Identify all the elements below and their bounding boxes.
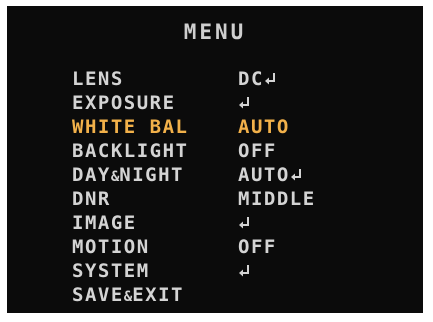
menu-item-lens[interactable]: LENS DC <box>72 68 372 90</box>
menu-item-label: LENS <box>72 68 124 90</box>
menu-item-label: EXPOSURE <box>72 92 176 114</box>
menu-item-value: DC <box>238 68 277 90</box>
menu-item-value <box>238 92 251 114</box>
menu-item-value <box>238 212 251 234</box>
menu-item-value <box>238 260 251 282</box>
menu-item-dnr[interactable]: DNR MIDDLE <box>72 188 372 210</box>
menu-item-white-bal[interactable]: WHITE BAL AUTO <box>72 116 372 138</box>
menu-item-exposure[interactable]: EXPOSURE <box>72 92 372 114</box>
menu-item-label: WHITE BAL <box>72 116 189 138</box>
menu-item-day-night[interactable]: DAY&NIGHT AUTO <box>72 164 372 186</box>
menu-item-backlight[interactable]: BACKLIGHT OFF <box>72 140 372 162</box>
menu-item-image[interactable]: IMAGE <box>72 212 372 234</box>
menu-title: MENU <box>183 20 247 44</box>
menu-item-value: AUTO <box>238 116 290 138</box>
menu-item-label: BACKLIGHT <box>72 140 189 162</box>
menu-item-label: DNR <box>72 188 111 210</box>
enter-return-icon <box>239 263 251 277</box>
menu-item-value: MIDDLE <box>238 188 316 210</box>
osd-screen: MENU LENS DC EXPOSURE WHITE BAL AUTO BAC… <box>7 6 423 313</box>
menu-item-label: IMAGE <box>72 212 137 234</box>
menu-item-label: DAY&NIGHT <box>72 164 184 186</box>
menu-item-label: SYSTEM <box>72 260 150 282</box>
menu-item-value: AUTO <box>238 164 303 186</box>
enter-return-icon <box>290 167 303 181</box>
enter-return-icon <box>239 95 251 109</box>
menu-item-value: OFF <box>238 140 277 162</box>
menu-item-value: OFF <box>238 236 277 258</box>
enter-return-icon <box>264 71 277 85</box>
menu-item-label: SAVE&EXIT <box>72 284 184 306</box>
menu-item-motion[interactable]: MOTION OFF <box>72 236 372 258</box>
menu-item-save-exit[interactable]: SAVE&EXIT <box>72 284 372 306</box>
menu-item-label: MOTION <box>72 236 150 258</box>
menu-item-system[interactable]: SYSTEM <box>72 260 372 282</box>
enter-return-icon <box>239 215 251 229</box>
